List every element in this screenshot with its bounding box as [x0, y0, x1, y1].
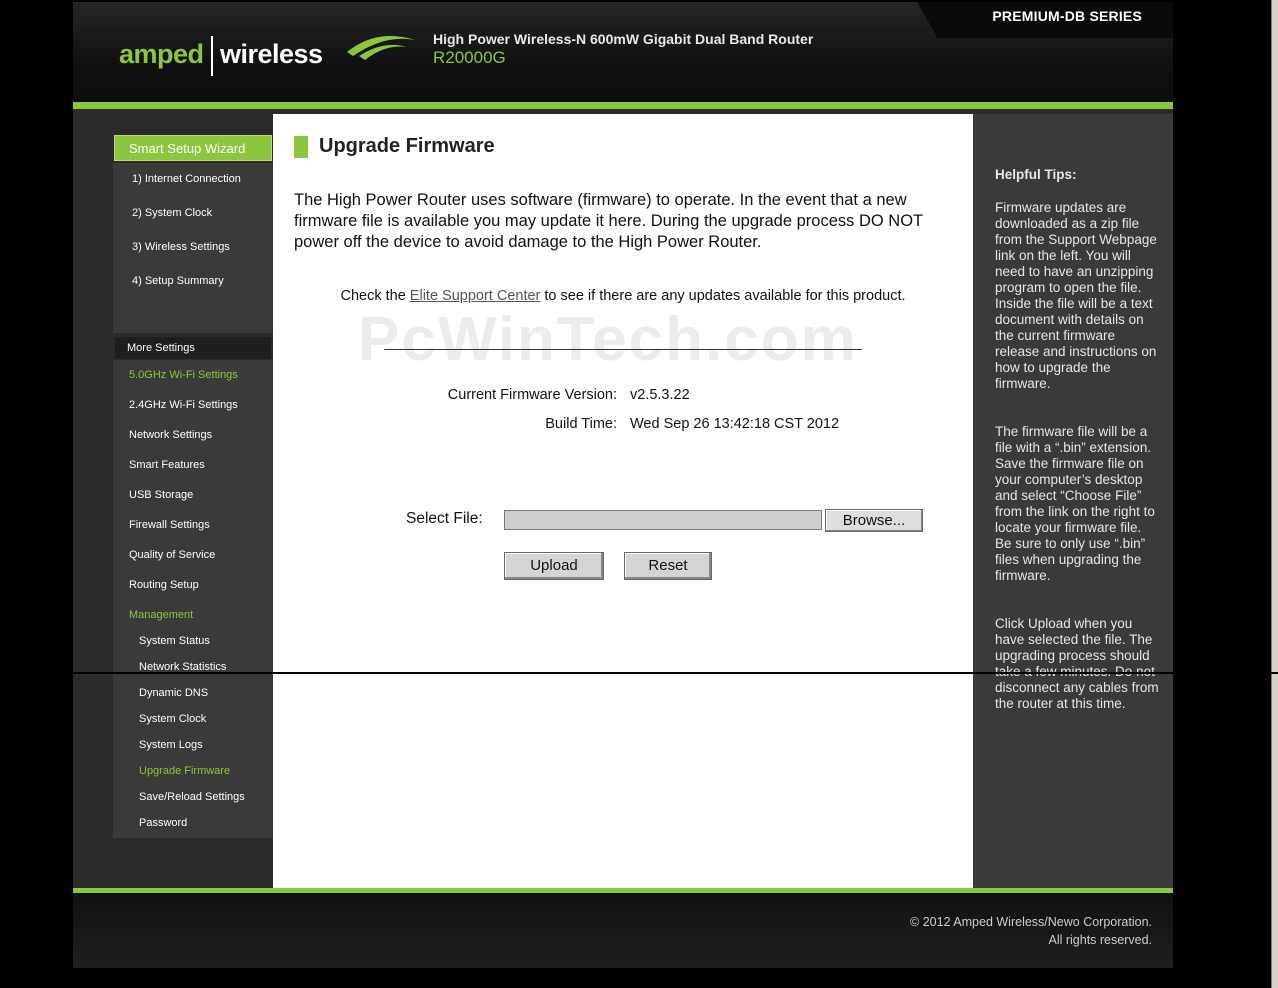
build-time-value: Wed Sep 26 13:42:18 CST 2012 — [630, 416, 840, 432]
screen-divider-line — [0, 672, 1278, 674]
router-admin-frame: PREMIUM-DB SERIES amped wireless High Po… — [73, 2, 1173, 968]
main-content: Upgrade Firmware The High Power Router u… — [273, 114, 973, 888]
sidebar-item-firewall[interactable]: Firewall Settings — [129, 519, 210, 531]
watermark: PcWinTech.com — [358, 305, 858, 374]
header-accent-bar — [73, 102, 1173, 109]
sidebar: Smart Setup Wizard 1) Internet Connectio… — [113, 135, 273, 838]
check-prefix: Check the — [340, 288, 410, 304]
support-check-text: Check the Elite Support Center to see if… — [333, 287, 913, 305]
reset-button[interactable]: Reset — [624, 552, 712, 580]
upload-button[interactable]: Upload — [504, 552, 604, 580]
select-file-label: Select File: — [406, 510, 483, 527]
copyright-line: © 2012 Amped Wireless/Newo Corporation. — [910, 915, 1152, 929]
sidebar-item-24ghz-wifi[interactable]: 2.4GHz Wi-Fi Settings — [129, 399, 238, 411]
firmware-version-value: v2.5.3.22 — [630, 387, 690, 403]
intro-text: The High Power Router uses software (fir… — [294, 191, 923, 251]
sidebar-item-dynamic-dns[interactable]: Dynamic DNS — [139, 687, 208, 699]
sidebar-item-qos[interactable]: Quality of Service — [129, 549, 215, 561]
page-title: Upgrade Firmware — [319, 135, 495, 157]
divider — [384, 349, 862, 350]
firmware-version-label: Current Firmware Version: — [447, 387, 617, 403]
logo-amped-text: amped — [119, 39, 204, 69]
amped-wireless-logo: amped wireless — [119, 34, 415, 78]
tips-paragraph-3: Click Upload when you have selected the … — [995, 616, 1159, 711]
wizard-list: 1) Internet Connection 2) System Clock 3… — [113, 163, 273, 333]
sidebar-item-system-logs[interactable]: System Logs — [139, 739, 203, 751]
wizard-item-setup-summary[interactable]: 4) Setup Summary — [132, 275, 224, 287]
sidebar-item-management[interactable]: Management — [129, 609, 193, 621]
wizard-item-wireless-settings[interactable]: 3) Wireless Settings — [132, 241, 230, 253]
sidebar-item-save-reload[interactable]: Save/Reload Settings — [139, 791, 245, 803]
sidebar-item-system-status[interactable]: System Status — [139, 635, 210, 647]
file-path-input[interactable] — [504, 510, 822, 530]
more-settings-heading: More Settings — [115, 337, 271, 359]
sidebar-item-5ghz-wifi[interactable]: 5.0GHz Wi-Fi Settings — [129, 369, 238, 381]
tips-paragraph-1: Firmware updates are downloaded as a zip… — [995, 200, 1157, 391]
page: PREMIUM-DB SERIES amped wireless High Po… — [0, 0, 1278, 988]
footer: © 2012 Amped Wireless/Newo Corporation. … — [73, 893, 1173, 968]
wizard-item-internet-connection[interactable]: 1) Internet Connection — [132, 173, 241, 185]
elite-support-center-link[interactable]: Elite Support Center — [410, 288, 541, 304]
more-settings-list: 5.0GHz Wi-Fi Settings 2.4GHz Wi-Fi Setti… — [113, 360, 273, 838]
check-suffix: to see if there are any updates availabl… — [540, 288, 906, 304]
sidebar-item-smart-features[interactable]: Smart Features — [129, 459, 205, 471]
wizard-item-system-clock[interactable]: 2) System Clock — [132, 207, 212, 219]
product-name: High Power Wireless-N 600mW Gigabit Dual… — [433, 31, 814, 47]
sidebar-item-usb-storage[interactable]: USB Storage — [129, 489, 193, 501]
series-label: PREMIUM-DB SERIES — [992, 8, 1142, 24]
header: PREMIUM-DB SERIES amped wireless High Po… — [73, 2, 1173, 102]
tips-title: Helpful Tips: — [995, 167, 1077, 182]
sidebar-item-network-settings[interactable]: Network Settings — [129, 429, 212, 441]
logo-divider — [211, 36, 213, 76]
logo-wireless-text: wireless — [220, 39, 323, 69]
sidebar-item-routing[interactable]: Routing Setup — [129, 579, 199, 591]
smart-setup-wizard-button[interactable]: Smart Setup Wizard — [114, 135, 272, 161]
build-time-label: Build Time: — [545, 416, 617, 432]
product-model: R20000G — [433, 48, 506, 67]
title-accent-mark — [294, 136, 308, 158]
rights-line: All rights reserved. — [1048, 933, 1152, 947]
scrollbar[interactable] — [1271, 0, 1278, 988]
sidebar-item-password[interactable]: Password — [139, 817, 187, 829]
sidebar-item-system-clock[interactable]: System Clock — [139, 713, 206, 725]
sidebar-item-upgrade-firmware[interactable]: Upgrade Firmware — [139, 765, 230, 777]
wireless-swoosh-icon — [347, 36, 415, 60]
browse-button[interactable]: Browse... — [825, 509, 923, 532]
helpful-tips-panel: Helpful Tips: Firmware updates are downl… — [973, 114, 1173, 888]
tips-paragraph-2: The firmware file will be a file with a … — [995, 424, 1155, 583]
